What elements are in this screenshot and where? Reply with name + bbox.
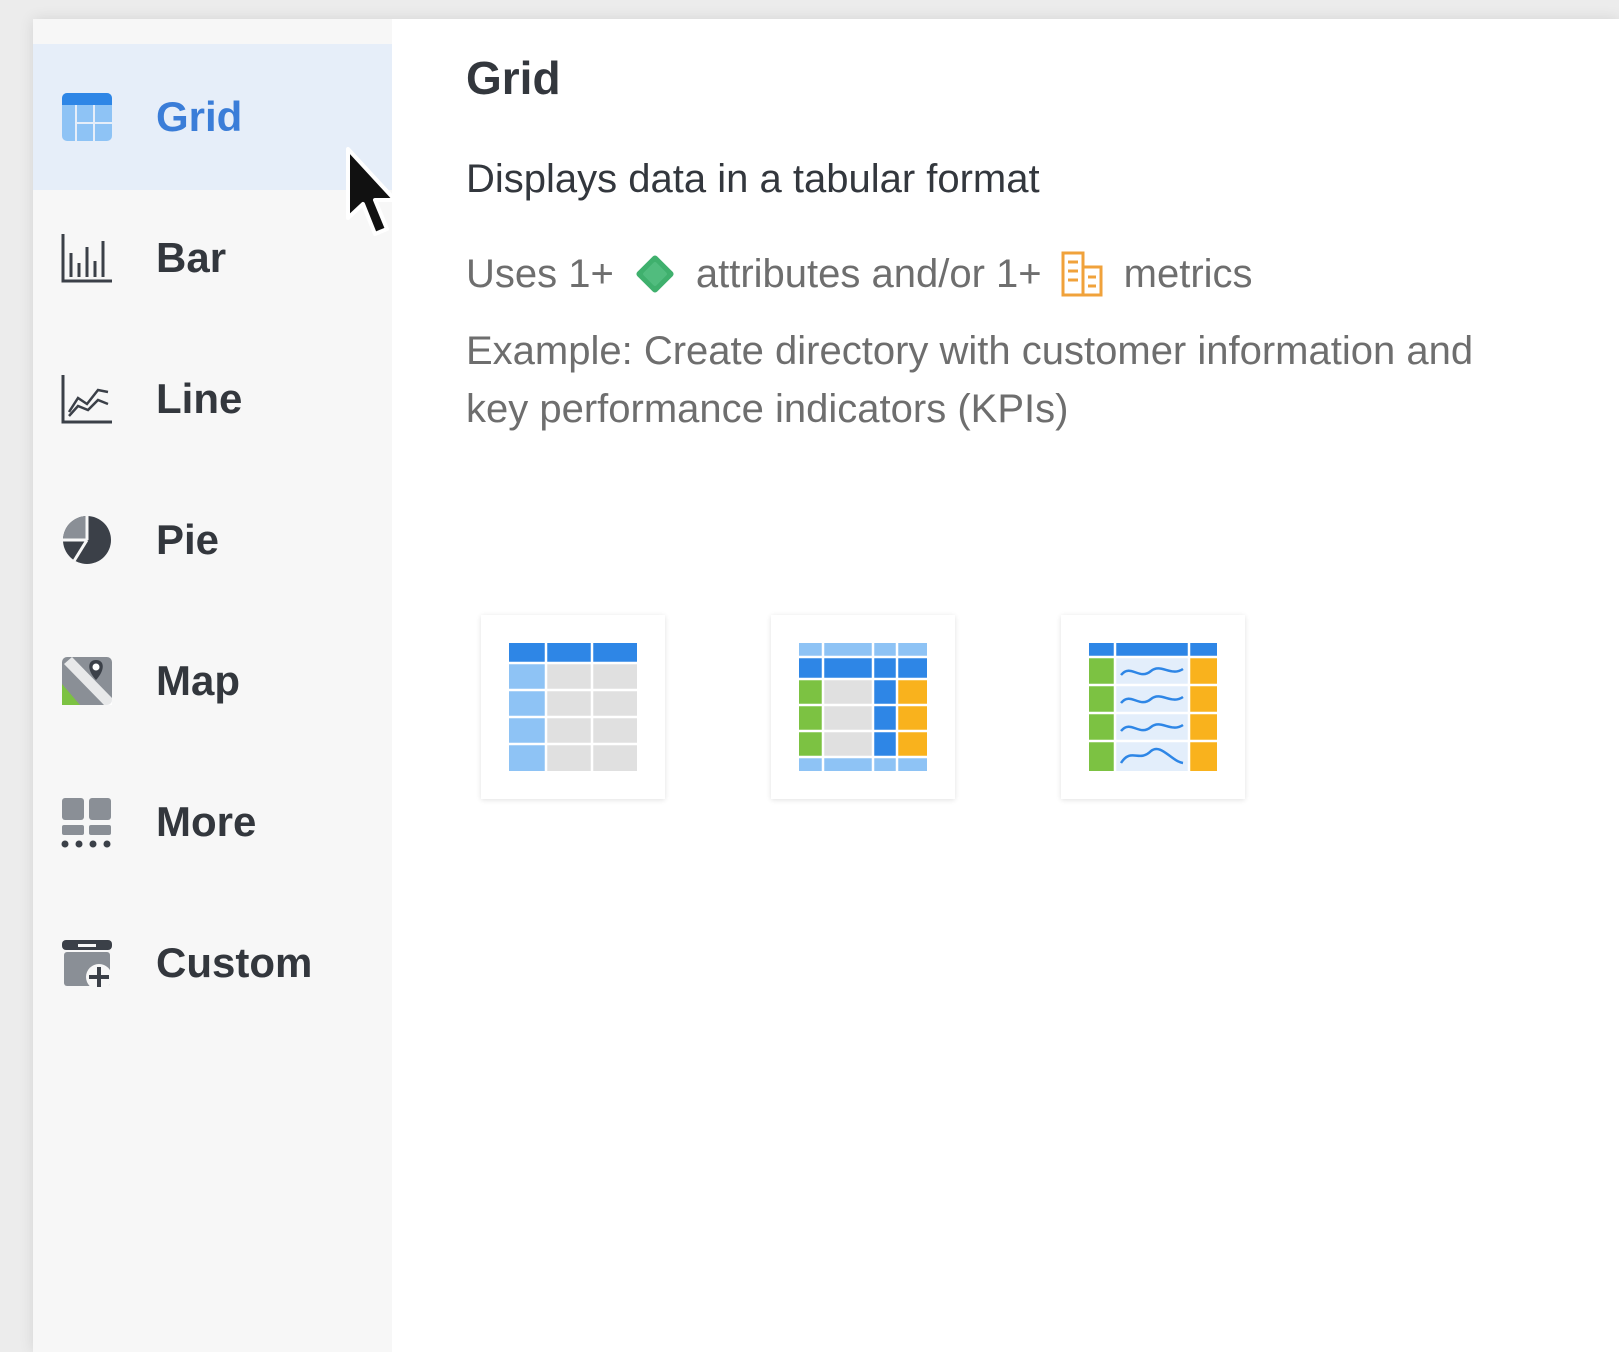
mouse-cursor-icon <box>346 147 397 236</box>
sidebar-item-label: Grid <box>156 93 243 140</box>
page-title: Grid <box>466 52 561 104</box>
sidebar: Grid Bar Line Pie Map More Custom <box>33 19 392 1352</box>
sidebar-item-custom[interactable]: Custom <box>33 890 392 1036</box>
description-text: Displays data in a tabular format <box>466 157 1040 201</box>
sidebar-item-label: Bar <box>156 234 227 281</box>
line-chart-icon <box>60 372 114 426</box>
requirements-line: Uses 1+ attributes and/or 1+ metrics <box>466 249 1253 299</box>
metric-icon <box>1058 249 1108 299</box>
uses-metrics-text: metrics <box>1123 251 1253 296</box>
map-icon <box>60 654 114 708</box>
uses-prefix: Uses 1+ <box>466 251 614 296</box>
sidebar-item-line[interactable]: Line <box>33 326 392 472</box>
sidebar-item-label: Map <box>156 657 240 704</box>
compound-grid-thumbnail[interactable] <box>771 615 955 799</box>
sidebar-item-bar[interactable]: Bar <box>33 185 392 331</box>
sidebar-item-label: Custom <box>156 939 313 986</box>
sidebar-item-grid[interactable]: Grid <box>33 44 392 190</box>
attribute-icon <box>630 249 680 299</box>
detail-panel: Grid Displays data in a tabular format U… <box>466 19 1619 1352</box>
uses-attributes-text: attributes and/or 1+ <box>695 251 1042 296</box>
pie-chart-icon <box>60 513 114 567</box>
example-text: Example: Create directory with customer … <box>466 329 1474 431</box>
custom-icon <box>60 936 114 990</box>
grid-icon <box>60 90 114 144</box>
sidebar-item-label: Pie <box>156 516 220 563</box>
sidebar-item-more[interactable]: More <box>33 749 392 895</box>
bar-chart-icon <box>60 231 114 285</box>
basic-grid-thumbnail[interactable] <box>481 615 665 799</box>
sidebar-item-pie[interactable]: Pie <box>33 467 392 613</box>
sidebar-item-label: More <box>156 798 257 845</box>
sidebar-item-label: Line <box>156 375 243 422</box>
visualization-gallery-window: Grid Bar Line Pie Map More Custom Grid D… <box>33 19 1619 1352</box>
sparkline-grid-thumbnail[interactable] <box>1061 615 1245 799</box>
sidebar-item-map[interactable]: Map <box>33 608 392 754</box>
more-icon <box>60 795 114 849</box>
